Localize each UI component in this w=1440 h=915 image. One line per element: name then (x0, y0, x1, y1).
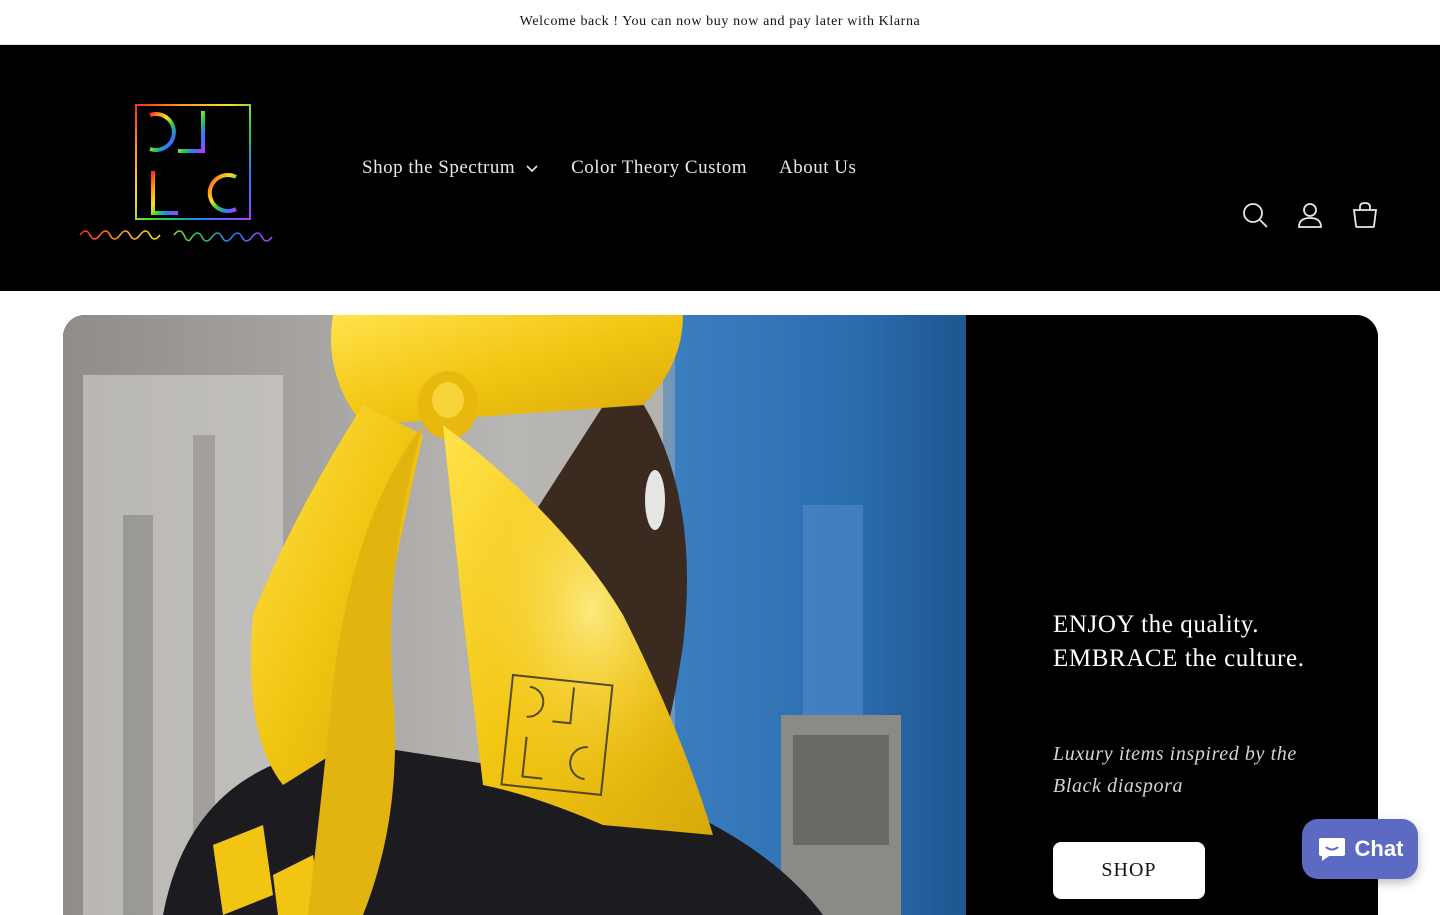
announcement-bar: Welcome back ! You can now buy now and p… (0, 0, 1440, 45)
account-button[interactable] (1288, 193, 1332, 237)
chat-button[interactable]: Chat (1302, 819, 1418, 879)
nav-label: About Us (779, 157, 857, 178)
cart-icon (1352, 202, 1378, 228)
nav-shop-the-spectrum[interactable]: Shop the Spectrum (362, 157, 539, 179)
main-nav: Shop the Spectrum Color Theory Custom Ab… (362, 148, 856, 188)
hero-photo (63, 315, 966, 915)
site-logo[interactable] (78, 103, 310, 249)
account-icon (1298, 203, 1322, 228)
header-icons (1233, 193, 1398, 237)
nav-label: Shop the Spectrum (362, 157, 516, 178)
hero-subheading: Luxury items inspired by the Black diasp… (1053, 743, 1297, 797)
shop-button[interactable]: SHOP (1053, 842, 1205, 899)
nav-label: Color Theory Custom (571, 157, 748, 178)
search-icon (1243, 203, 1268, 228)
chat-label: Chat (1354, 836, 1404, 861)
site-header: Shop the Spectrum Color Theory Custom Ab… (0, 45, 1440, 291)
chevron-down-icon (525, 163, 539, 173)
announcement-text: Welcome back ! You can now buy now and p… (519, 14, 921, 29)
cart-button[interactable] (1343, 193, 1387, 237)
hero-banner: ENJOY the quality. EMBRACE the culture. … (63, 315, 1378, 915)
nav-color-theory-custom[interactable]: Color Theory Custom (571, 157, 747, 179)
nav-about-us[interactable]: About Us (779, 157, 856, 179)
hero-heading: ENJOY the quality. EMBRACE the culture. (1053, 611, 1305, 672)
logo-mark (79, 104, 273, 242)
hero-image (63, 315, 966, 915)
chat-bubble-icon (1317, 835, 1347, 863)
search-button[interactable] (1233, 193, 1277, 237)
